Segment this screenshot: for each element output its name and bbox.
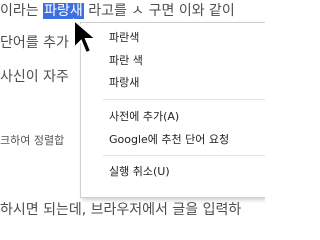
text-after-highlight: 라고를 ㅅ 구면 이와 같이 — [88, 3, 235, 19]
suggestion-item[interactable]: 파란색 — [109, 31, 139, 45]
text-line-1: 이라는 파랑새 라고를 ㅅ 구면 이와 같이 — [0, 2, 235, 20]
menu-separator — [103, 99, 265, 100]
text-line-2: 단어를 추가 — [0, 35, 69, 51]
text-line-4: 크하여 정렬합 — [0, 134, 65, 147]
mouse-pointer-icon — [73, 18, 99, 55]
add-to-dictionary-item[interactable]: 사전에 추가(A) — [109, 110, 179, 124]
text-before-highlight: 이라는 — [0, 3, 39, 19]
suggestion-item[interactable]: 파란 색 — [109, 54, 143, 68]
suggest-to-google-item[interactable]: Google에 추천 단어 요청 — [109, 133, 229, 147]
undo-item[interactable]: 실행 취소(U) — [109, 165, 170, 179]
menu-separator — [103, 155, 265, 156]
text-line-3: 사신이 자주 — [0, 69, 69, 85]
page: 이라는 파랑새 라고를 ㅅ 구면 이와 같이 단어를 추가 사신이 자주 크하여… — [0, 0, 265, 226]
context-menu: 파란색 파란 색 파랑새 사전에 추가(A) Google에 추천 단어 요청 … — [80, 22, 265, 198]
suggestion-item[interactable]: 파랑새 — [109, 76, 139, 90]
text-line-5: 하시면 되는데, 브라우저에서 글을 입력하 — [0, 202, 242, 218]
highlighted-word[interactable]: 파랑새 — [43, 3, 84, 19]
